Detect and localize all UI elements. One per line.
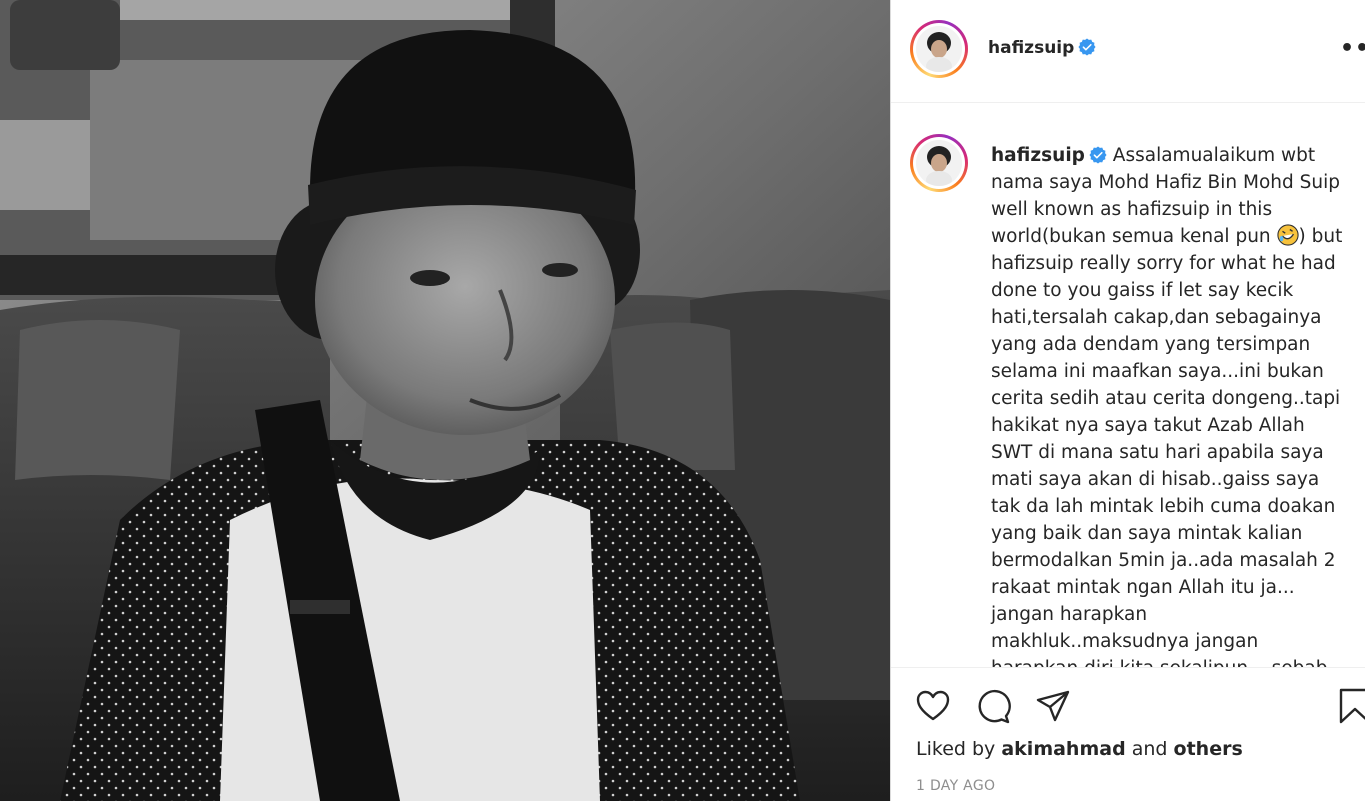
avatar-image: [916, 26, 962, 72]
post-header: hafizsuip •••: [891, 0, 1365, 103]
avatar[interactable]: [910, 20, 968, 78]
comment-icon[interactable]: [975, 688, 1011, 724]
post-side-panel: hafizsuip ••• hafizsuip Assalamualaikum …: [890, 0, 1365, 801]
heart-icon[interactable]: [915, 688, 951, 724]
comments-section: hafizsuip Assalamualaikum wbt nama saya …: [891, 104, 1365, 667]
post-actions: Liked by akimahmad and others 1 DAY AGO: [891, 667, 1365, 801]
header-username[interactable]: hafizsuip: [988, 38, 1096, 58]
likes-others-link[interactable]: others: [1174, 738, 1243, 760]
paper-plane-icon[interactable]: [1035, 688, 1071, 724]
post-photo[interactable]: [0, 0, 890, 801]
likes-joiner: and: [1131, 738, 1168, 760]
likes-user-link[interactable]: akimahmad: [1001, 738, 1125, 760]
header-username-text[interactable]: hafizsuip: [988, 38, 1074, 58]
post-photo-image: [0, 0, 890, 801]
caption-verified-badge-icon: [1089, 146, 1107, 164]
caption-avatar[interactable]: [910, 134, 968, 192]
likes-summary: Liked by akimahmad and others: [916, 738, 1243, 760]
bookmark-icon[interactable]: [1337, 688, 1365, 724]
likes-prefix: Liked by: [916, 738, 996, 760]
rofl-emoji-icon: [1276, 224, 1299, 246]
verified-badge-icon: [1078, 38, 1096, 56]
caption-text-part2: ) but hafizsuip really sorry for what he…: [991, 226, 1343, 667]
post-timestamp[interactable]: 1 DAY AGO: [916, 778, 995, 794]
caption-username[interactable]: hafizsuip: [991, 145, 1085, 166]
more-options-button[interactable]: •••: [1340, 34, 1365, 64]
post-caption: hafizsuip Assalamualaikum wbt nama saya …: [991, 142, 1351, 667]
caption-avatar-image: [916, 140, 962, 186]
